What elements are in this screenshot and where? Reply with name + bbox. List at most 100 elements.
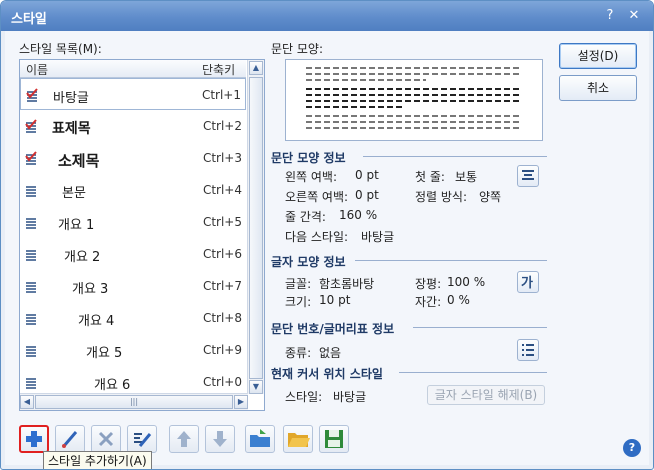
right-margin-value: 0 pt [355,188,379,202]
para-info-title: 문단 모양 정보 [271,151,346,165]
style-row[interactable]: 개요 2 Ctrl+6 [20,238,246,270]
paragraph-style-check-icon [24,151,38,165]
style-name: 개요 3 [72,282,109,297]
close-button[interactable]: ✕ [625,7,643,25]
first-line-value: 보통 [455,170,478,184]
style-row[interactable]: 개요 1 Ctrl+5 [20,206,246,238]
paragraph-style-icon [24,183,38,197]
style-row[interactable]: 바탕글 Ctrl+1 [20,78,246,110]
paragraph-style-check-icon [24,119,38,133]
help-title-button[interactable]: ? [601,7,619,25]
release-char-style-button[interactable]: 글자 스타일 해제(B) [427,385,545,405]
numbering-icon[interactable] [517,339,539,361]
font-label: 글꼴: [285,277,312,291]
help-icon[interactable]: ? [623,439,641,457]
open-folder-button[interactable] [283,425,313,453]
style-shortcut: Ctrl+6 [202,247,242,261]
paragraph-style-icon [24,375,38,389]
style-list[interactable]: 이름 단축키 바탕글 Ctrl+1 표제목 Ctrl+2 소제목 Ctrl+3 본문 Ctrl… [19,59,265,411]
char-info-title: 글자 모양 정보 [271,255,346,269]
style-shortcut: Ctrl+3 [202,151,242,165]
column-name[interactable]: 이름 [26,61,48,78]
kind-value: 없음 [319,346,342,360]
style-row[interactable]: 개요 5 Ctrl+9 [20,334,246,366]
style-shortcut: Ctrl+4 [202,183,242,197]
style-shortcut: Ctrl+9 [202,343,242,357]
scroll-right-icon[interactable]: ▶ [234,395,248,409]
move-up-button[interactable] [169,425,199,453]
paragraph-style-icon [24,215,38,229]
style-dialog: 스타일 ? ✕ 스타일 목록(M): 이름 단축키 바탕글 Ctrl+1 표제목 Ct… [0,0,654,470]
style-row[interactable]: 표제목 Ctrl+2 [20,110,246,142]
first-line-label: 첫 줄: [415,170,445,184]
left-margin-value: 0 pt [355,168,379,182]
char-shape-icon[interactable]: 가 [517,271,539,293]
move-down-button[interactable] [205,425,235,453]
style-name: 본문 [62,186,86,201]
preview-label: 문단 모양: [271,42,324,56]
scroll-thumb[interactable] [249,77,263,379]
save-button[interactable] [319,425,349,453]
style-row[interactable]: 개요 4 Ctrl+8 [20,302,246,334]
style-name: 개요 6 [94,378,131,393]
style-name: 개요 1 [58,218,95,233]
align-label: 정렬 방식: [415,190,468,204]
style-name: 개요 5 [86,346,123,361]
size-label: 크기: [285,295,312,309]
paragraph-style-icon [24,311,38,325]
line-spacing-value: 160 % [339,208,378,222]
kind-label: 종류: [285,346,312,360]
size-value: 10 pt [319,293,351,307]
cursor-style-value: 바탕글 [333,390,367,404]
column-shortcut[interactable]: 단축키 [202,61,235,78]
paragraph-preview [285,59,543,141]
style-name: 바탕글 [53,91,89,106]
scroll-up-icon[interactable]: ▲ [249,61,263,75]
list-header: 이름 단축키 [20,60,246,78]
cursor-style-title: 현재 커서 위치 스타일 [271,367,383,381]
left-margin-label: 왼쪽 여백: [285,170,338,184]
scroll-left-icon[interactable]: ◀ [20,395,34,409]
next-style-label: 다음 스타일: [285,230,349,244]
title-bar[interactable]: 스타일 ? ✕ [1,1,653,31]
next-style-value: 바탕글 [361,230,395,244]
paragraph-style-check-icon [25,88,39,102]
style-shortcut: Ctrl+1 [201,88,241,102]
style-shortcut: Ctrl+8 [202,311,242,325]
paragraph-style-icon [24,279,38,293]
font-value: 함초롬바탕 [319,277,375,291]
dialog-title: 스타일 [11,12,47,27]
style-name: 표제목 [52,121,91,137]
style-shortcut: Ctrl+7 [202,279,242,293]
style-shortcut: Ctrl+0 [202,375,242,389]
delete-style-button[interactable] [91,425,121,453]
spacing-value: 0 % [447,293,470,307]
settings-button[interactable]: 설정(D) [559,43,637,69]
right-margin-label: 오른쪽 여백: [285,190,349,204]
style-row[interactable]: 본문 Ctrl+4 [20,174,246,206]
scroll-down-icon[interactable]: ▼ [249,380,263,394]
horizontal-scrollbar[interactable]: ◀ ||| ▶ [20,393,248,410]
width-value: 100 % [447,275,486,289]
style-shortcut: Ctrl+2 [202,119,242,133]
style-row[interactable]: 개요 3 Ctrl+7 [20,270,246,302]
style-row[interactable]: 소제목 Ctrl+3 [20,142,246,174]
edit-style-button[interactable] [55,425,85,453]
numbering-info-title: 문단 번호/글머리표 정보 [271,322,395,336]
add-style-button[interactable] [19,425,49,453]
add-style-tooltip: 스타일 추가하기(A) [43,451,152,469]
style-name: 개요 4 [78,314,115,329]
vertical-scrollbar[interactable]: ▲ ▼ [247,60,264,394]
paragraph-style-icon [24,247,38,261]
style-list-label: 스타일 목록(M): [19,42,102,56]
svg-text:가: 가 [521,276,533,291]
spacing-label: 자간: [415,295,442,309]
cursor-style-label: 스타일: [285,390,323,404]
hscroll-thumb[interactable]: ||| [35,395,233,409]
edit-char-style-button[interactable] [127,425,157,453]
paragraph-shape-icon[interactable] [517,165,539,187]
style-name: 소제목 [58,152,100,170]
cancel-button[interactable]: 취소 [559,75,637,101]
import-styles-button[interactable] [245,425,275,453]
style-name: 개요 2 [64,250,101,265]
